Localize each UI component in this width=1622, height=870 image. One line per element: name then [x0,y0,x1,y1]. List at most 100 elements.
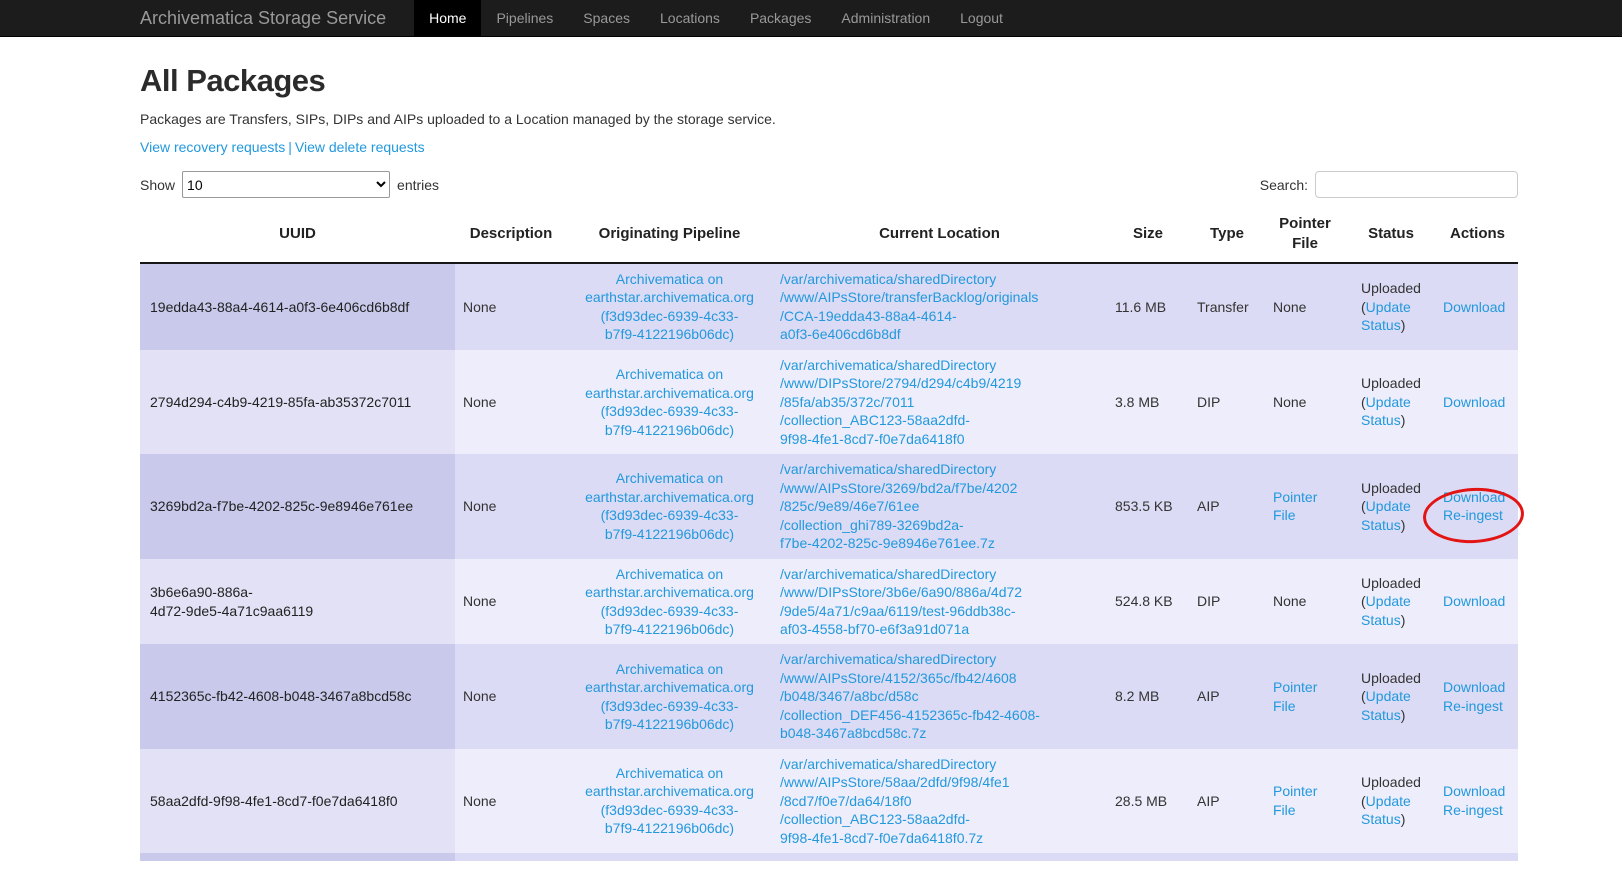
location-link[interactable]: /var/archivematica/sharedDirectory /www/… [780,271,1038,342]
nav-pipelines[interactable]: Pipelines [481,0,568,36]
table-row: 58aa2dfd-9f98-4fe1-8cd7-f0e7da6418f0 Non… [140,749,1518,853]
table-row: 3b6e6a90-886a- 4d72-9de5-4a71c9aa6119 No… [140,559,1518,645]
status-text: ) [1401,317,1406,333]
quick-links: View recovery requests|View delete reque… [140,139,1518,155]
package-type: Transfer [1189,263,1265,350]
pointer-file-link[interactable]: Pointer File [1273,783,1317,817]
location-link[interactable]: /var/archivematica/sharedDirectory /www/… [780,756,1010,846]
package-size: 524.8 KB [1107,559,1189,645]
search-input[interactable] [1315,171,1518,198]
location-link[interactable]: /var/archivematica/sharedDirectory /www/… [780,651,1040,741]
pointer-file-none: None [1273,394,1306,410]
pipeline-link[interactable]: Archivematica on earthstar.archivematica… [585,271,754,342]
pointer-file-none: None [1273,299,1306,315]
package-type: AIP [1189,454,1265,558]
table-controls: Show 10 entries Search: [140,171,1518,198]
status-text: ) [1401,517,1406,533]
col-header-status[interactable]: Status [1345,208,1437,263]
package-size: 11.6 MB [1107,263,1189,350]
package-description: None [455,263,567,350]
col-header-type[interactable]: Type [1189,208,1265,263]
status-cell: Uploaded (Update Status) [1345,644,1437,748]
col-header-description[interactable]: Description [455,208,567,263]
location-link[interactable]: /var/archivematica/sharedDirectory /www/… [780,461,1017,551]
status-text: ) [1401,612,1406,628]
page-subtitle: Packages are Transfers, SIPs, DIPs and A… [140,111,1518,127]
table-header-row: UUID Description Originating Pipeline Cu… [140,208,1518,263]
location-link[interactable]: /var/archivematica/sharedDirectory /www/… [780,357,1021,447]
page-size-select[interactable]: 10 [182,171,390,198]
package-type: DIP [1189,350,1265,454]
package-uuid: 19edda43-88a4-4614-a0f3-6e406cd6b8df [140,263,455,350]
reingest-link[interactable]: Re-ingest [1443,697,1510,715]
download-link[interactable]: Download [1443,488,1510,506]
app-brand[interactable]: Archivematica Storage Service [140,0,386,36]
status-cell: Uploaded (Update Status) [1345,749,1437,853]
nav-locations[interactable]: Locations [645,0,735,36]
package-uuid: 2794d294-c4b9-4219-85fa-ab35372c7011 [140,350,455,454]
pipeline-link[interactable]: Archivematica on earthstar.archivematica… [585,566,754,637]
pipeline-link[interactable]: Archivematica on earthstar.archivematica… [585,765,754,836]
col-header-pointer-file[interactable]: Pointer File [1265,208,1345,263]
search-control: Search: [1260,171,1518,198]
status-text: ) [1401,412,1406,428]
pointer-file-cell: Pointer File [1265,749,1345,853]
download-link[interactable]: Download [1443,782,1510,800]
download-link[interactable]: Download [1443,298,1510,316]
pointer-file-cell: Pointer File [1265,644,1345,748]
pointer-file-cell: Pointer File [1265,454,1345,558]
pointer-file-none: None [1273,593,1306,609]
status-cell: Uploaded (Update Status) [1345,559,1437,645]
col-header-originating-pipeline[interactable]: Originating Pipeline [567,208,772,263]
status-cell: Uploaded (Update Status) [1345,454,1437,558]
package-type: AIP [1189,749,1265,853]
nav-home[interactable]: Home [414,0,481,36]
show-label: Show [140,177,175,193]
nav-packages[interactable]: Packages [735,0,826,36]
view-recovery-requests-link[interactable]: View recovery requests [140,139,285,155]
download-link[interactable]: Download [1443,592,1510,610]
table-row: 3269bd2a-f7be-4202-825c-9e8946e761ee Non… [140,454,1518,558]
table-row: 2794d294-c4b9-4219-85fa-ab35372c7011 Non… [140,350,1518,454]
package-type: AIP [1189,644,1265,748]
package-uuid: 4152365c-fb42-4608-b048-3467a8bcd58c [140,644,455,748]
package-size: 3.8 MB [1107,350,1189,454]
package-uuid: 3b6e6a90-886a- 4d72-9de5-4a71c9aa6119 [140,559,455,645]
search-label: Search: [1260,177,1308,193]
table-row-partial [140,853,1518,861]
pipeline-link[interactable]: Archivematica on earthstar.archivematica… [585,366,754,437]
packages-table: UUID Description Originating Pipeline Cu… [140,208,1518,861]
col-header-size[interactable]: Size [1107,208,1189,263]
package-uuid: 58aa2dfd-9f98-4fe1-8cd7-f0e7da6418f0 [140,749,455,853]
download-link[interactable]: Download [1443,678,1510,696]
pipeline-link[interactable]: Archivematica on earthstar.archivematica… [585,470,754,541]
col-header-actions[interactable]: Actions [1437,208,1518,263]
col-header-uuid[interactable]: UUID [140,208,455,263]
top-navbar: Archivematica Storage Service Home Pipel… [0,0,1622,37]
pointer-file-cell: None [1265,263,1345,350]
location-link[interactable]: /var/archivematica/sharedDirectory /www/… [780,566,1022,637]
nav-spaces[interactable]: Spaces [568,0,645,36]
package-description: None [455,559,567,645]
package-description: None [455,749,567,853]
package-uuid: 3269bd2a-f7be-4202-825c-9e8946e761ee [140,454,455,558]
reingest-link[interactable]: Re-ingest [1443,801,1510,819]
col-header-current-location[interactable]: Current Location [772,208,1107,263]
show-entries-control: Show 10 entries [140,171,439,198]
pipeline-link[interactable]: Archivematica on earthstar.archivematica… [585,661,754,732]
pointer-file-link[interactable]: Pointer File [1273,679,1317,713]
package-type: DIP [1189,559,1265,645]
download-link[interactable]: Download [1443,393,1510,411]
reingest-link[interactable]: Re-ingest [1443,507,1503,523]
package-size: 8.2 MB [1107,644,1189,748]
nav-logout[interactable]: Logout [945,0,1018,36]
link-separator: | [288,139,292,155]
nav-administration[interactable]: Administration [826,0,945,36]
package-description: None [455,644,567,748]
pointer-file-cell: None [1265,559,1345,645]
table-row: 4152365c-fb42-4608-b048-3467a8bcd58c Non… [140,644,1518,748]
view-delete-requests-link[interactable]: View delete requests [295,139,425,155]
pointer-file-link[interactable]: Pointer File [1273,489,1317,523]
package-description: None [455,454,567,558]
main-content: All Packages Packages are Transfers, SIP… [140,63,1518,861]
